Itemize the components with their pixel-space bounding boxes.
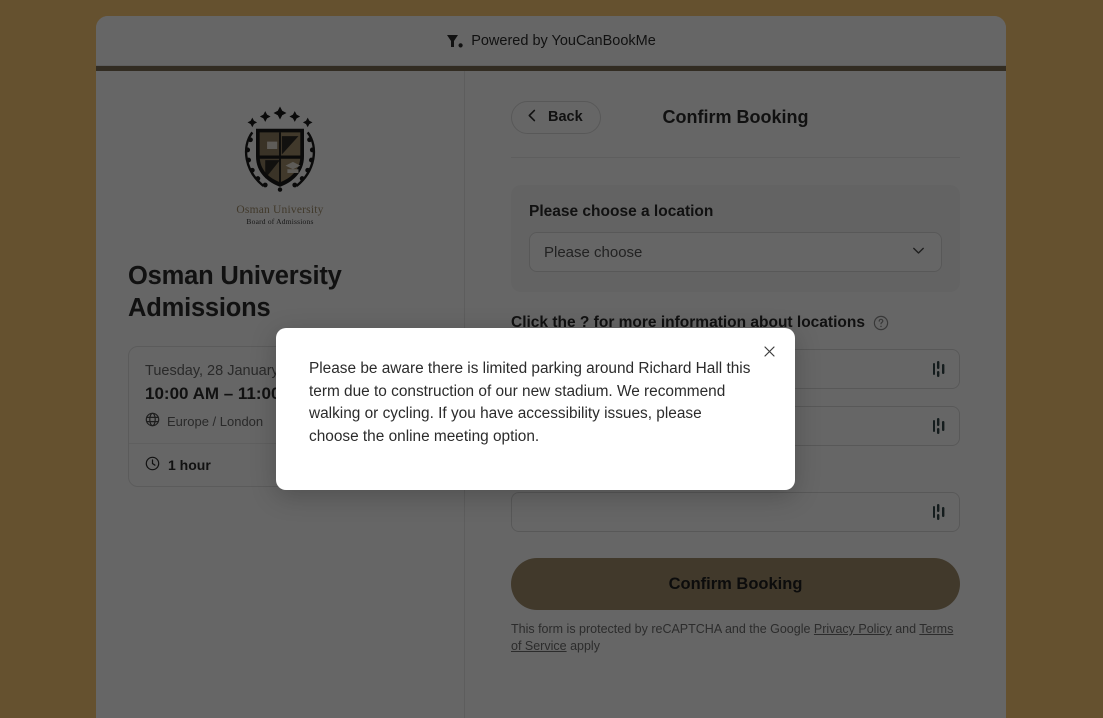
autofill-icon[interactable] xyxy=(933,418,947,434)
ycbm-logo-icon xyxy=(446,34,463,48)
confirm-booking-button[interactable]: Confirm Booking xyxy=(511,558,960,610)
chevron-down-icon xyxy=(910,242,927,263)
main-header: Back Confirm Booking xyxy=(511,99,960,135)
question-circle-icon[interactable] xyxy=(873,315,889,331)
location-info-modal: Please be aware there is limited parking… xyxy=(276,328,795,490)
autofill-icon[interactable] xyxy=(933,361,947,377)
crest-university-name: Osman University xyxy=(236,204,324,216)
powered-by-bar: Powered by YouCanBookMe xyxy=(96,16,1006,66)
powered-by-label: Powered by YouCanBookMe xyxy=(471,32,656,49)
booking-duration: 1 hour xyxy=(168,457,211,473)
organization-logo: Osman University Board of Admissions xyxy=(128,97,432,226)
location-select[interactable]: Please choose xyxy=(529,232,942,272)
university-crest-icon xyxy=(228,106,332,201)
back-button-label: Back xyxy=(548,109,583,125)
recaptcha-prefix: This form is protected by reCAPTCHA and … xyxy=(511,622,814,636)
recaptcha-suffix: apply xyxy=(566,639,600,653)
location-label: Please choose a location xyxy=(529,203,714,220)
close-icon[interactable] xyxy=(756,338,782,364)
clock-icon xyxy=(145,456,160,474)
location-panel: Please choose a location Please choose xyxy=(511,185,960,292)
globe-icon xyxy=(145,412,160,430)
location-select-value: Please choose xyxy=(544,243,643,261)
recaptcha-middle: and xyxy=(891,622,920,636)
crest-subtitle: Board of Admissions xyxy=(246,217,314,226)
privacy-policy-link[interactable]: Privacy Policy xyxy=(814,622,892,636)
header-divider xyxy=(511,157,960,158)
chevron-left-icon xyxy=(525,108,540,127)
autofill-icon[interactable] xyxy=(933,504,947,520)
modal-message: Please be aware there is limited parking… xyxy=(309,360,751,445)
recaptcha-note: This form is protected by reCAPTCHA and … xyxy=(511,621,960,655)
page-title: Osman University Admissions xyxy=(128,262,342,322)
booking-timezone: Europe / London xyxy=(167,413,264,429)
email-input[interactable] xyxy=(511,492,960,532)
back-button[interactable]: Back xyxy=(511,100,601,134)
